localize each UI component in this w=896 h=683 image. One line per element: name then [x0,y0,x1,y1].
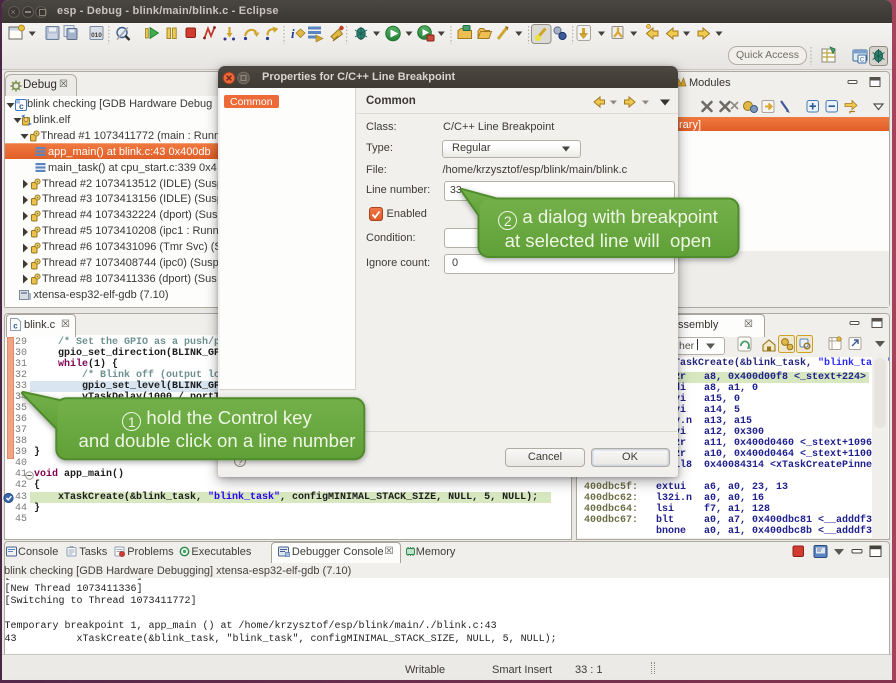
svg-text:i: i [291,26,295,41]
svg-text:c: c [19,102,24,111]
svg-text:C: C [860,58,865,64]
svg-text:010: 010 [91,32,102,39]
svg-text:c: c [13,323,18,332]
